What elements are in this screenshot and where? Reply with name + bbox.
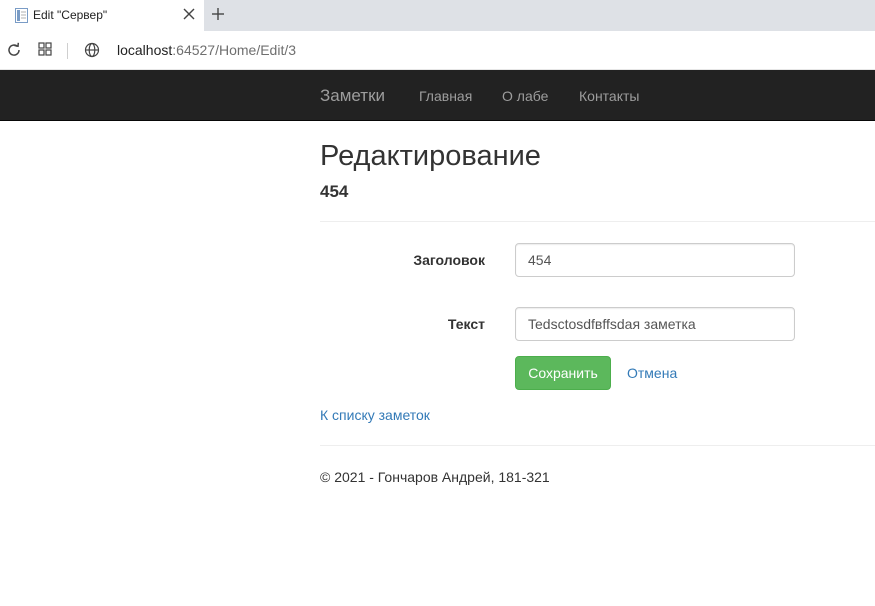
- apps-grid-icon[interactable]: [38, 42, 52, 56]
- cancel-link[interactable]: Отмена: [627, 365, 677, 381]
- title-label: Заголовок: [413, 252, 485, 268]
- browser-tab[interactable]: Edit "Сервер": [0, 0, 204, 31]
- plus-icon[interactable]: [210, 6, 226, 22]
- reload-icon[interactable]: [6, 42, 22, 58]
- nav-link-about[interactable]: О лабе: [502, 88, 548, 104]
- save-button[interactable]: Сохранить: [515, 356, 611, 390]
- toolbar-separator: [67, 43, 68, 59]
- site-navbar: Заметки Главная О лабе Контакты: [0, 70, 875, 121]
- navbar-brand[interactable]: Заметки: [320, 86, 385, 106]
- page-title: Редактирование: [320, 140, 541, 172]
- nav-link-contacts[interactable]: Контакты: [579, 88, 639, 104]
- address-bar[interactable]: localhost:64527/Home/Edit/3: [117, 42, 296, 58]
- title-input[interactable]: [515, 243, 795, 277]
- text-input[interactable]: [515, 307, 795, 341]
- footer-divider: [320, 445, 875, 446]
- url-path: :64527/Home/Edit/3: [172, 42, 297, 58]
- page-subtitle: 454: [320, 182, 349, 201]
- page-favicon-icon: [15, 8, 28, 23]
- divider: [320, 221, 875, 222]
- browser-tab-strip: Edit "Сервер": [0, 0, 875, 31]
- tab-title: Edit "Сервер": [33, 8, 108, 22]
- globe-icon[interactable]: [84, 42, 100, 58]
- browser-toolbar: localhost:64527/Home/Edit/3: [0, 31, 875, 70]
- back-to-list-link[interactable]: К списку заметок: [320, 407, 430, 423]
- text-label: Текст: [447, 316, 485, 332]
- close-icon[interactable]: [182, 7, 196, 21]
- nav-link-home[interactable]: Главная: [419, 88, 472, 104]
- url-host: localhost: [117, 42, 173, 58]
- footer-text: © 2021 - Гончаров Андрей, 181-321: [320, 469, 550, 485]
